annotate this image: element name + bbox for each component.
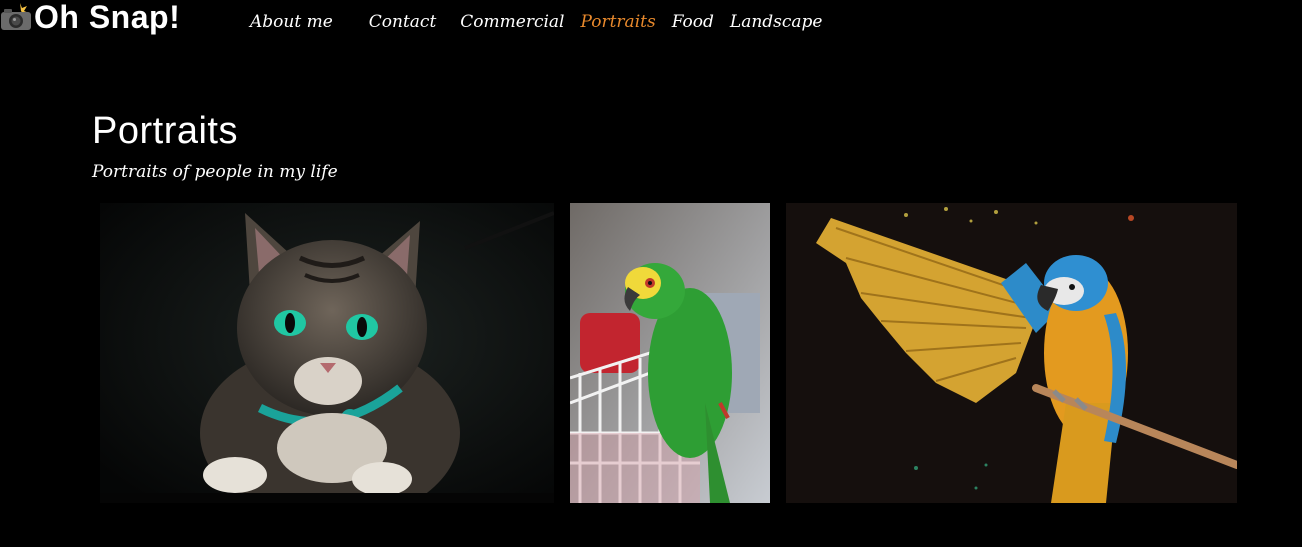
gallery-photo-macaw[interactable] (786, 203, 1237, 503)
page-title: Portraits (92, 110, 238, 152)
gallery-photo-cat[interactable] (100, 203, 554, 503)
brand-name: Oh Snap! (34, 0, 181, 35)
nav-item-landscape[interactable]: Landscape (730, 8, 823, 36)
camera-flash-icon (0, 3, 32, 31)
page: Oh Snap! About me Contact Commercial Por… (0, 0, 1302, 547)
page-subtitle: Portraits of people in my life (92, 162, 338, 182)
main-nav: About me Contact Commercial Portraits Fo… (250, 8, 823, 36)
nav-item-portraits[interactable]: Portraits (580, 8, 655, 36)
gallery-photo-parrot[interactable] (570, 203, 770, 503)
nav-item-about-me[interactable]: About me (250, 8, 333, 36)
nav-item-food[interactable]: Food (672, 8, 714, 36)
nav-item-contact[interactable]: Contact (369, 8, 437, 36)
nav-item-commercial[interactable]: Commercial (460, 8, 564, 36)
brand[interactable]: Oh Snap! (0, 0, 180, 34)
